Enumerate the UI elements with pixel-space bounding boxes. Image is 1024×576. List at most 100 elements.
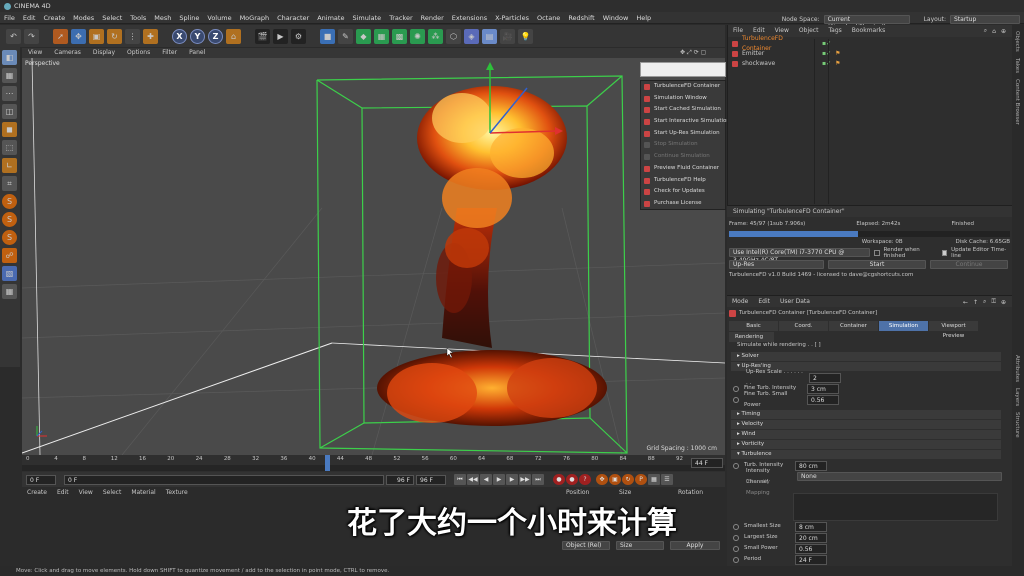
new-view-icon[interactable]: ⊕ xyxy=(1001,299,1006,306)
update-editor-checkbox[interactable] xyxy=(941,249,948,256)
y-axis-button[interactable]: Y xyxy=(190,28,205,44)
menu-extensions[interactable]: Extensions xyxy=(448,12,491,24)
menu-character[interactable]: Character xyxy=(273,12,313,24)
menu-mograph[interactable]: MoGraph xyxy=(236,12,274,24)
back-arrow-icon[interactable]: ← xyxy=(963,299,968,306)
viewport-menu-filter[interactable]: Filter xyxy=(156,48,183,58)
environment-icon[interactable]: ⬡ xyxy=(446,28,461,44)
section-wind[interactable]: ▸ Wind xyxy=(731,430,1001,439)
key-param-icon[interactable]: P xyxy=(635,474,647,485)
menu-modes[interactable]: Modes xyxy=(69,12,98,24)
timeline-window-icon[interactable]: ☰ xyxy=(661,474,673,485)
add-tool-icon[interactable]: ✚ xyxy=(143,28,158,44)
menu-mesh[interactable]: Mesh xyxy=(150,12,175,24)
render-finished-checkbox[interactable] xyxy=(873,249,880,256)
playhead[interactable] xyxy=(325,455,330,471)
context-menu-item[interactable]: Purchase License xyxy=(641,198,725,210)
context-menu-item[interactable]: Start Up-Res Simulation xyxy=(641,128,725,140)
polygons-mode-icon[interactable]: ◼ xyxy=(2,122,17,137)
menu-x-particles[interactable]: X-Particles xyxy=(491,12,533,24)
visibility-icon[interactable]: ▪✓ xyxy=(822,59,831,69)
context-menu-item[interactable]: Start Interactive Simulation xyxy=(641,116,730,128)
lock-icon[interactable]: ⚿ xyxy=(991,298,996,306)
deformer-icon[interactable]: ▩ xyxy=(392,28,407,44)
pan-icon[interactable]: ✥ xyxy=(680,49,685,56)
material-menu-material[interactable]: Material xyxy=(126,487,160,498)
menu-redshift[interactable]: Redshift xyxy=(564,12,598,24)
turb-intensity-field[interactable]: 80 cm xyxy=(795,460,827,471)
x-particles-s1-icon[interactable]: S xyxy=(2,194,17,209)
menu-edit[interactable]: Edit xyxy=(19,12,40,24)
uv-mode-icon[interactable]: ⬚ xyxy=(2,140,17,155)
zoom-icon[interactable]: ⤢ xyxy=(687,49,692,56)
section-solver[interactable]: ▸ Solver xyxy=(731,352,1001,361)
menu-window[interactable]: Window xyxy=(599,12,633,24)
select-tool-icon[interactable]: ➚ xyxy=(53,28,68,44)
material-menu-edit[interactable]: Edit xyxy=(52,487,74,498)
snap-icon[interactable]: ⌗ xyxy=(2,176,17,191)
menu-file[interactable]: File xyxy=(0,12,19,24)
apply-button[interactable]: Apply xyxy=(670,541,720,550)
anim-dot-icon[interactable] xyxy=(733,385,739,392)
sculpt-icon[interactable]: ☍ xyxy=(2,248,17,263)
viewport-menu-view[interactable]: View xyxy=(22,48,48,58)
side-tab-structure[interactable]: Structure xyxy=(1014,412,1020,438)
coordinate-system-icon[interactable]: ⌂ xyxy=(226,28,241,44)
side-tab-attributes[interactable]: Attributes xyxy=(1014,355,1020,382)
tab-container[interactable]: Container xyxy=(829,321,878,331)
undo-icon[interactable]: ↶ xyxy=(6,28,21,44)
side-tab-objects[interactable]: Objects xyxy=(1014,31,1020,52)
scale-tool-icon[interactable]: ▣ xyxy=(89,28,104,44)
play-icon[interactable]: ▶ xyxy=(493,474,505,485)
material-menu-view[interactable]: View xyxy=(74,487,98,498)
next-key-icon[interactable]: ▶▶ xyxy=(519,474,531,485)
attribute-menu-edit[interactable]: Edit xyxy=(753,298,775,305)
x-particles-s2-icon[interactable]: S xyxy=(2,212,17,227)
period-field[interactable]: 24 F xyxy=(795,554,827,565)
render-view-icon[interactable]: 🎬 xyxy=(255,28,270,44)
menu-tracker[interactable]: Tracker xyxy=(385,12,416,24)
section-turbulence[interactable]: ▾ Turbulence xyxy=(731,450,1001,459)
fine-small-field[interactable]: 0.56 xyxy=(807,394,839,405)
max-frame-field[interactable]: 96 F xyxy=(386,474,414,485)
upres-select[interactable]: Up-Res xyxy=(729,259,824,269)
model-mode-icon[interactable]: ◧ xyxy=(2,50,17,65)
new-view-icon[interactable]: ⊕ xyxy=(1001,28,1006,35)
context-menu-item[interactable]: Check for Updates xyxy=(641,186,725,198)
axis-mode-icon[interactable]: ∟ xyxy=(2,158,17,173)
upres-scale-field[interactable]: 2 xyxy=(809,372,841,383)
material-menu-texture[interactable]: Texture xyxy=(161,487,193,498)
attribute-menu-mode[interactable]: Mode xyxy=(727,298,753,305)
anim-dot-icon[interactable] xyxy=(733,523,739,530)
key-position-icon[interactable]: ✥ xyxy=(596,474,608,485)
camera-icon[interactable]: 🎥 xyxy=(500,28,515,44)
object-row[interactable]: Emitter ▪✓ ⚑ xyxy=(728,49,1012,59)
viewport-menu-display[interactable]: Display xyxy=(87,48,121,58)
keyframe-selection-icon[interactable]: ? xyxy=(579,474,591,485)
light-icon[interactable]: 💡 xyxy=(518,28,533,44)
device-select[interactable]: Use Intel(R) Core(TM) i7-3770 CPU @ 3.40… xyxy=(729,248,870,264)
menu-tools[interactable]: Tools xyxy=(126,12,150,24)
next-frame-icon[interactable]: ▶ xyxy=(506,474,518,485)
goto-start-icon[interactable]: ⏮ xyxy=(454,474,466,485)
pen-spline-icon[interactable]: ✎ xyxy=(338,28,353,44)
key-scale-icon[interactable]: ▣ xyxy=(609,474,621,485)
menu-create[interactable]: Create xyxy=(39,12,69,24)
object-row[interactable]: TurbulenceFD Container ▪✓ xyxy=(728,35,1012,52)
render-picture-viewer-icon[interactable]: ▶ xyxy=(273,28,288,44)
render-settings-icon[interactable]: ⚙ xyxy=(291,28,306,44)
cloner-icon[interactable]: ▦ xyxy=(374,28,389,44)
anim-dot-icon[interactable] xyxy=(733,545,739,552)
end-frame-field[interactable]: 96 F xyxy=(416,474,446,485)
menu-simulate[interactable]: Simulate xyxy=(348,12,385,24)
context-menu-item[interactable]: TurbulenceFD Help xyxy=(641,175,725,187)
tab-viewport-preview[interactable]: Viewport Preview xyxy=(929,321,978,339)
visibility-icon[interactable]: ▪✓ xyxy=(822,39,831,49)
anim-dot-icon[interactable] xyxy=(733,396,739,403)
points-mode-icon[interactable]: ⋯ xyxy=(2,86,17,101)
anim-dot-icon[interactable] xyxy=(733,534,739,541)
side-tab-content-browser[interactable]: Content Browser xyxy=(1014,79,1020,125)
side-tab-takes[interactable]: Takes xyxy=(1014,58,1020,73)
node-space-select[interactable]: Current (Standard/Physical) xyxy=(823,14,910,31)
layout-select[interactable]: Startup xyxy=(950,14,1020,24)
